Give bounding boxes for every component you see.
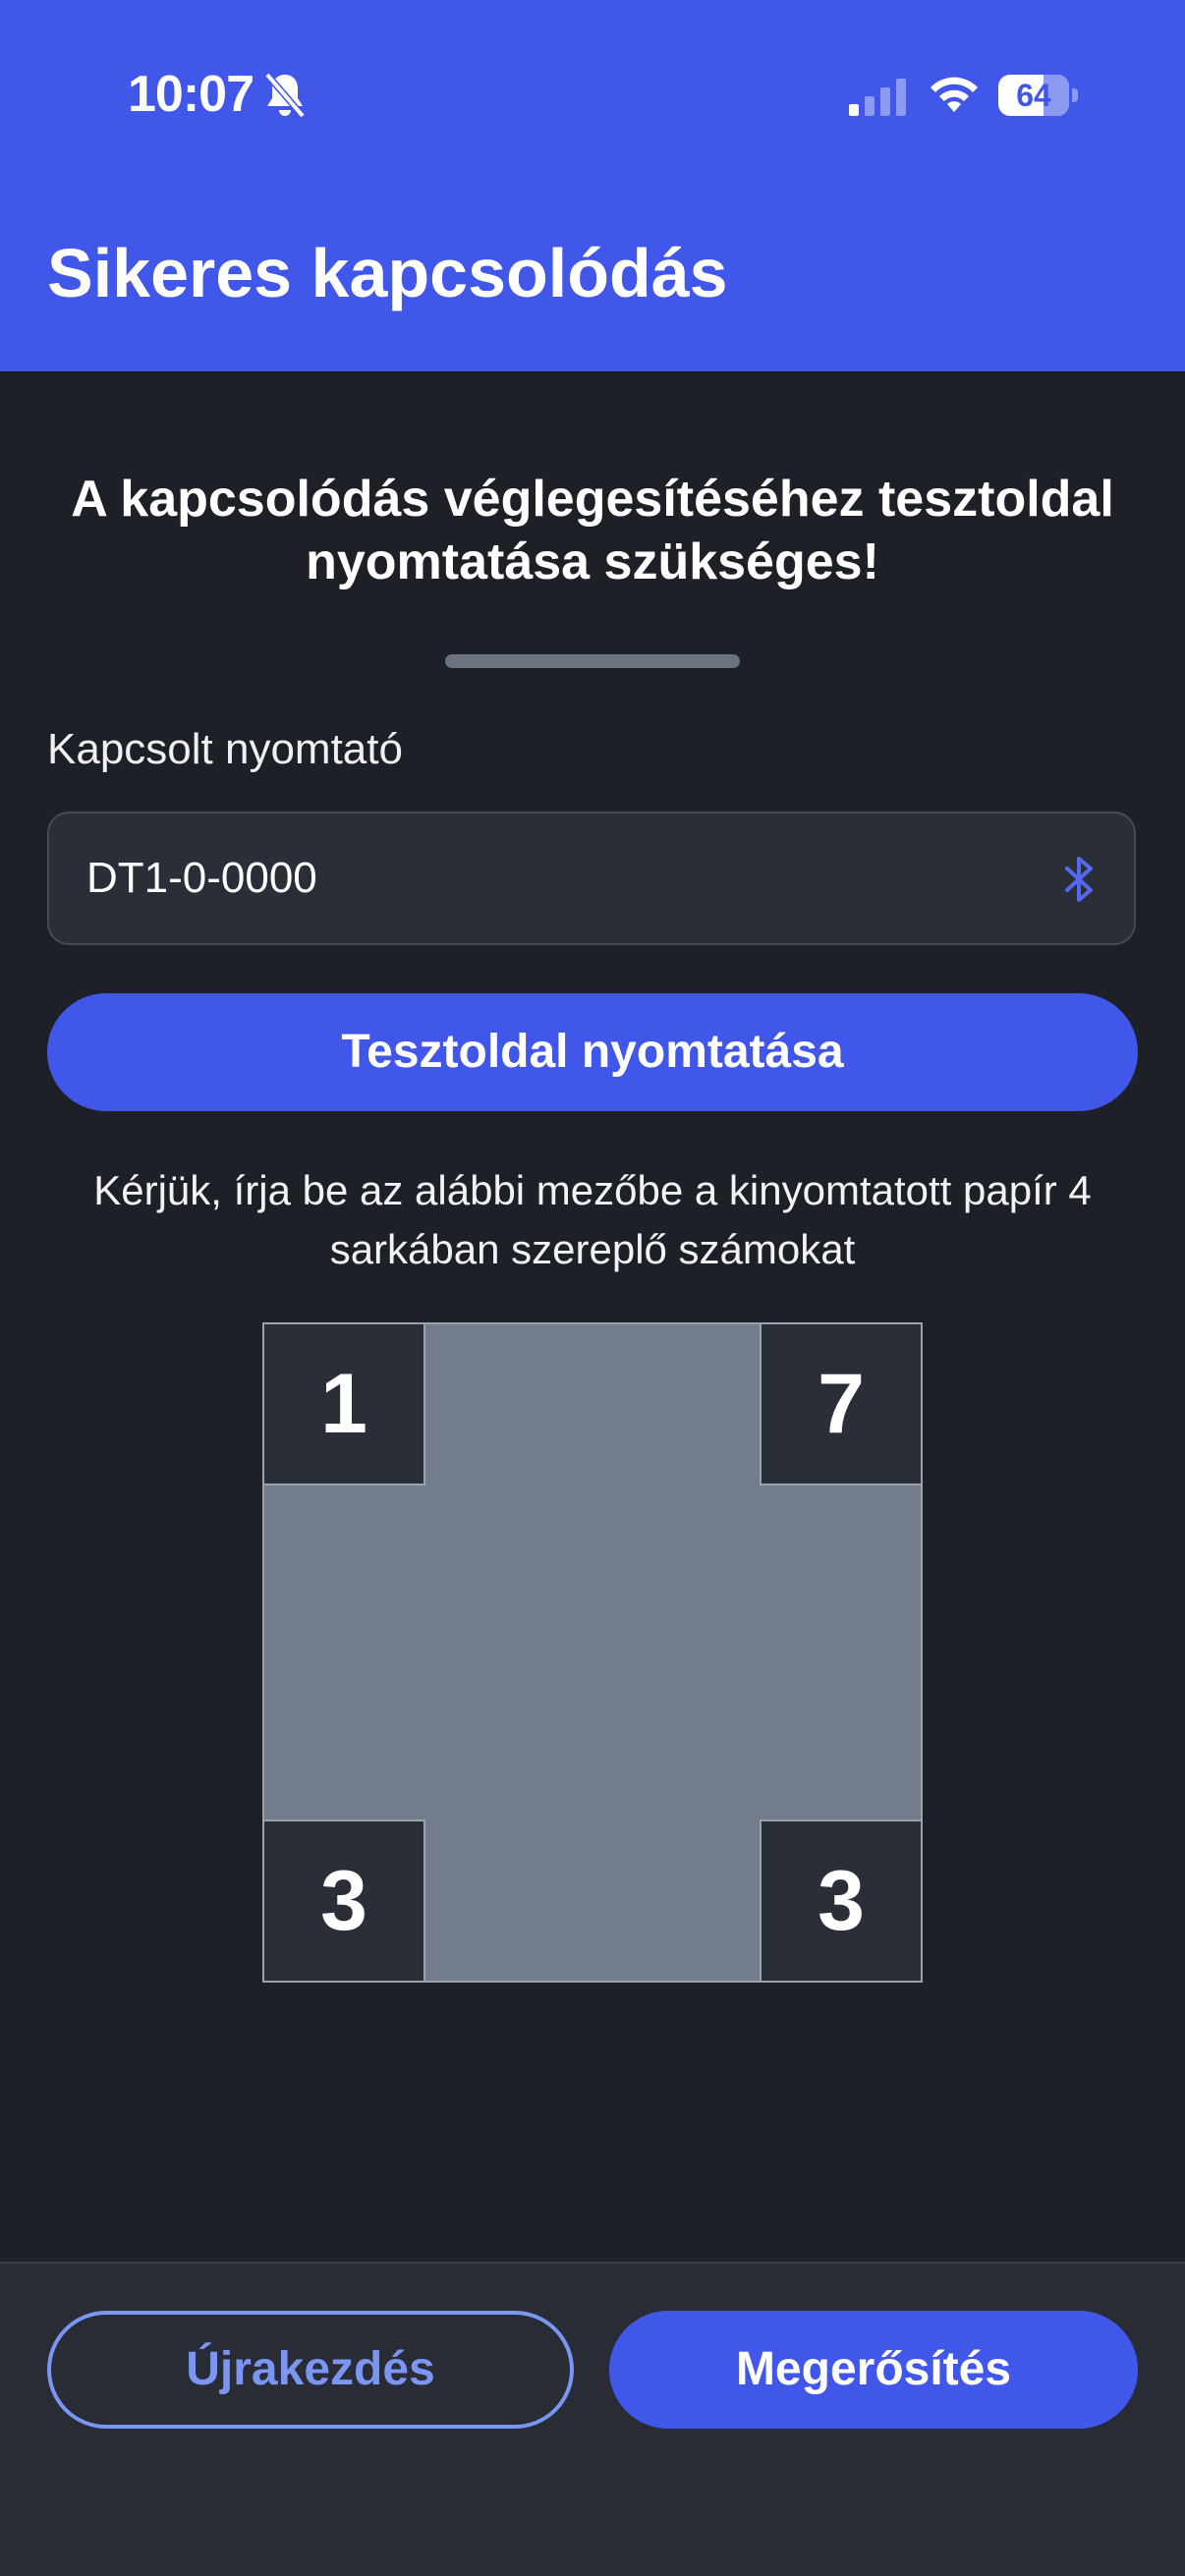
status-bar: 10:07 64 (0, 0, 1185, 196)
corner-bottom-right-input[interactable]: 3 (760, 1820, 923, 1983)
print-test-page-button[interactable]: Tesztoldal nyomtatása (47, 993, 1138, 1111)
test-page-preview: 1 7 3 3 (262, 1322, 923, 1983)
corner-numbers-instruction: Kérjük, írja be az alábbi mezőbe a kinyo… (93, 1167, 1092, 1272)
battery-icon: 64 (998, 75, 1078, 116)
corner-bottom-left-input[interactable]: 3 (262, 1820, 425, 1983)
footer-bar: Újrakezdés Megerősítés (0, 2262, 1185, 2576)
instruction-headline: A kapcsolódás véglegesítéséhez tesztolda… (71, 471, 1114, 590)
printer-label: Kapcsolt nyomtató (47, 725, 403, 773)
status-time: 10:07 (128, 66, 254, 123)
divider (445, 654, 740, 668)
page-title: Sikeres kapcsolódás (47, 235, 728, 311)
app-header: 10:07 64 Sikeres kapcsolódás (0, 0, 1185, 371)
confirm-button[interactable]: Megerősítés (609, 2311, 1138, 2429)
printer-field[interactable]: DT1-0-0000 (47, 812, 1136, 945)
printer-value: DT1-0-0000 (86, 854, 317, 902)
wifi-icon (931, 77, 978, 112)
corner-top-right-input[interactable]: 7 (760, 1322, 923, 1485)
cellular-signal-icon (849, 79, 906, 116)
bluetooth-icon (1065, 857, 1093, 902)
battery-level: 64 (1016, 78, 1051, 113)
bell-slash-icon (264, 72, 306, 119)
corner-top-left-input[interactable]: 1 (262, 1322, 425, 1485)
restart-button[interactable]: Újrakezdés (47, 2311, 574, 2429)
